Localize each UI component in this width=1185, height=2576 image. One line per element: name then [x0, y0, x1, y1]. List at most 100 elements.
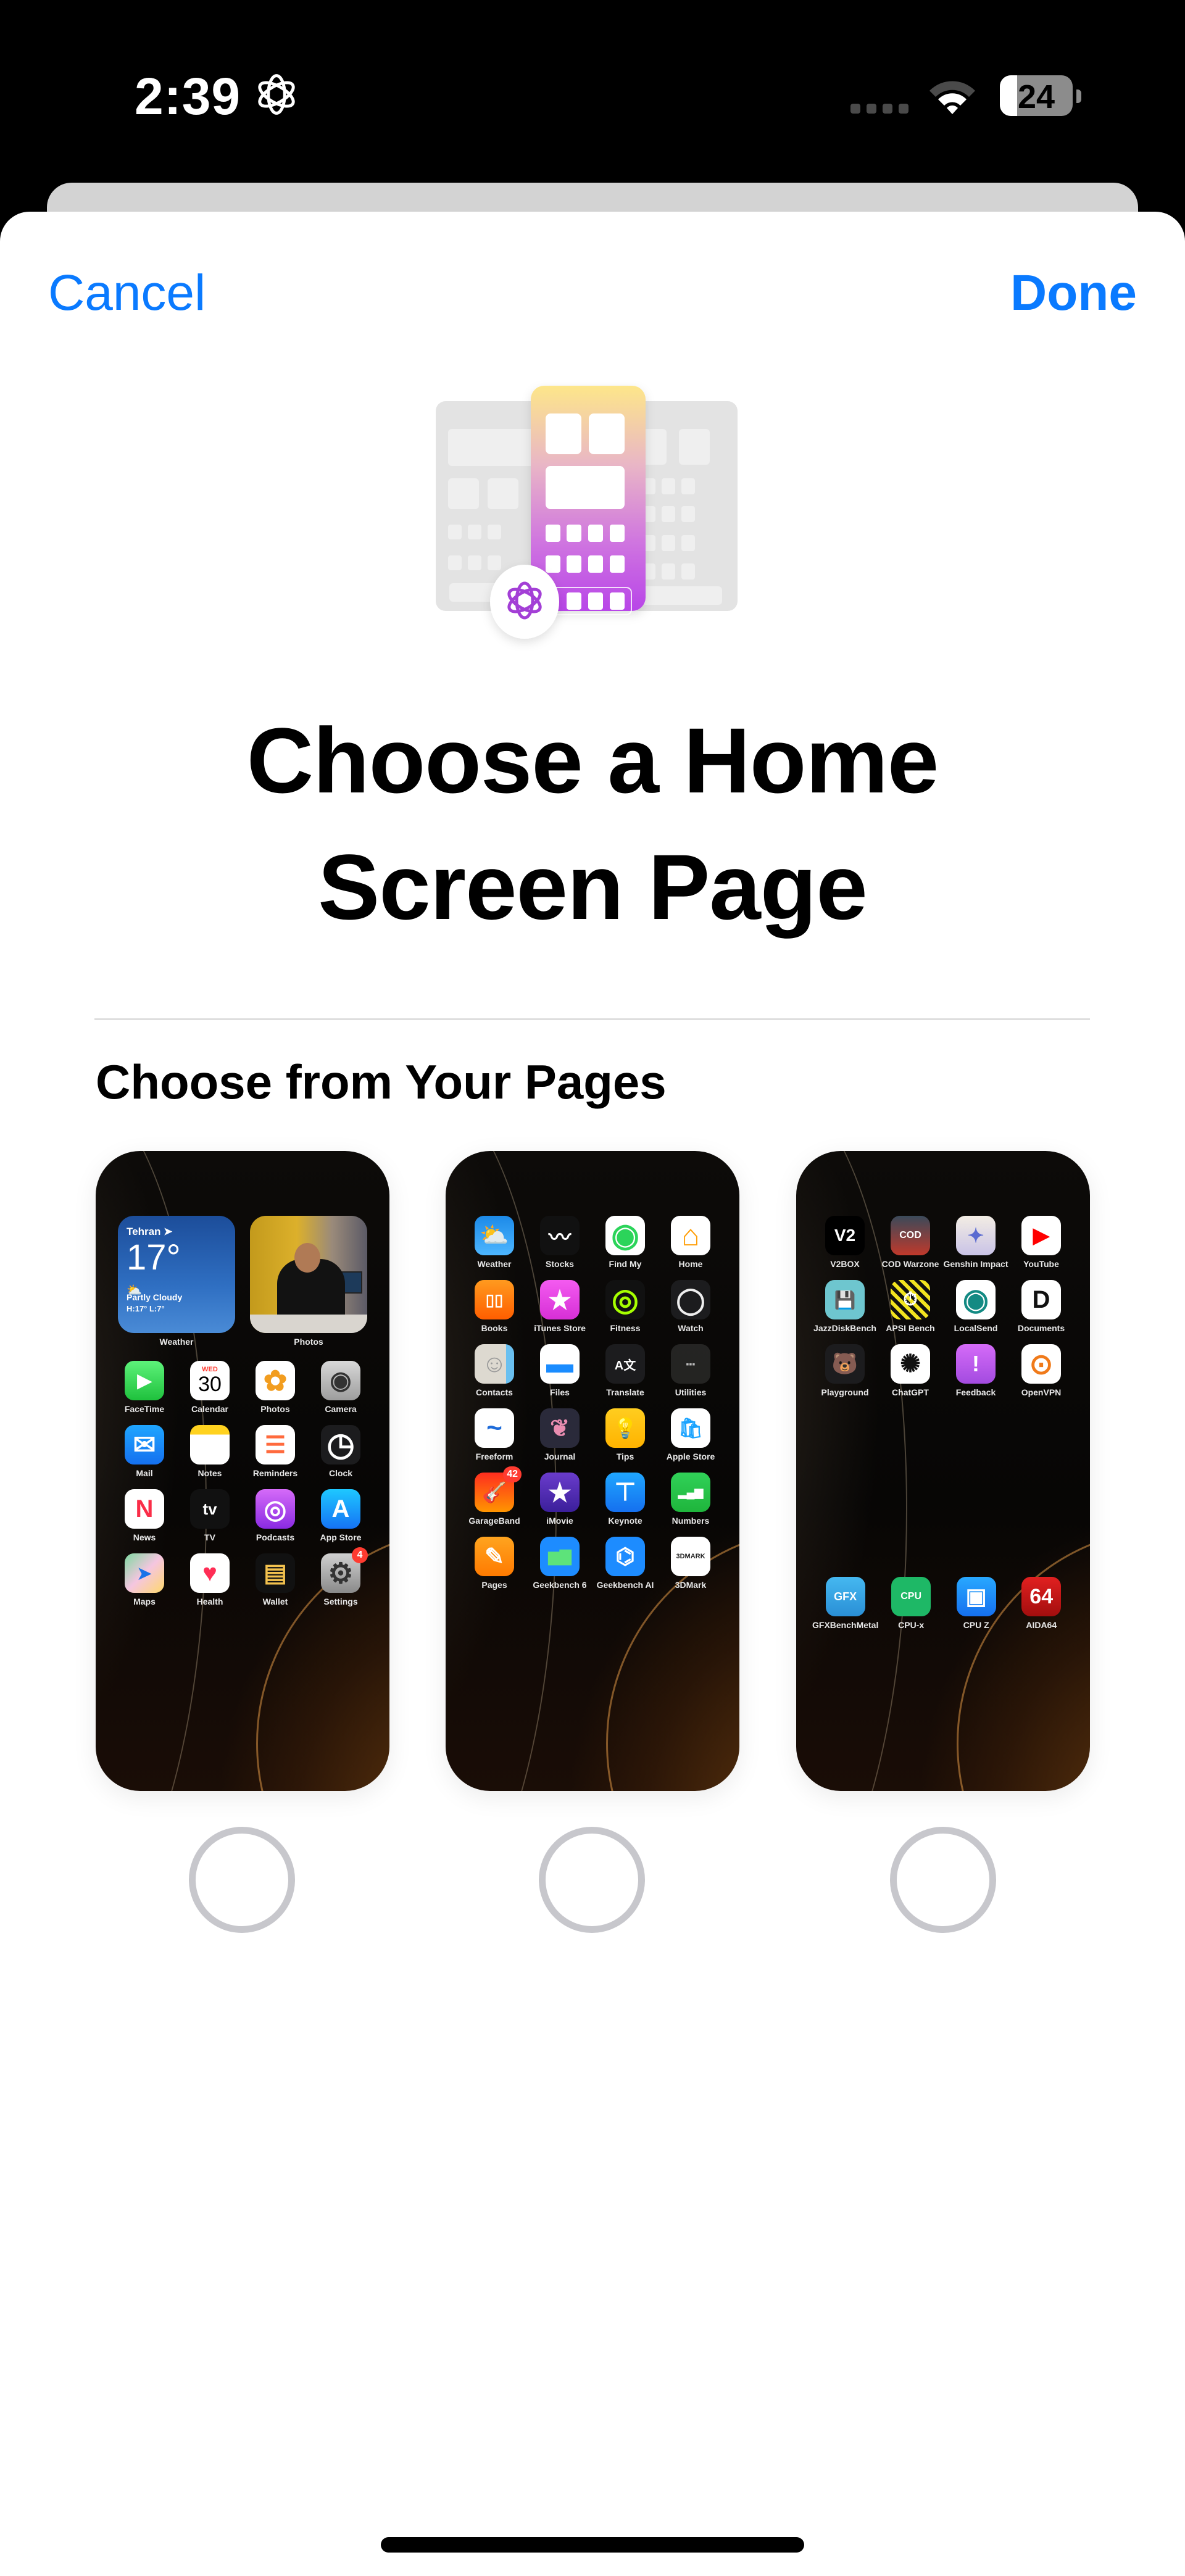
home-icon: ⌂ — [671, 1216, 710, 1255]
openvpn-icon: ⊙ — [1021, 1344, 1061, 1384]
done-button[interactable]: Done — [1010, 264, 1137, 322]
itunes-store-icon: ★ — [540, 1280, 580, 1319]
app-documents: D Documents — [1008, 1280, 1074, 1333]
app-icon-wrap: ▤ — [256, 1553, 295, 1593]
app-aida64: 64 AIDA64 — [1008, 1577, 1074, 1630]
app-icon-wrap: ☰ — [256, 1425, 295, 1465]
app-wallet: ▤ Wallet — [243, 1553, 308, 1606]
aida64-icon: 64 — [1021, 1577, 1062, 1616]
tips-icon: 💡 — [605, 1408, 645, 1448]
app-cod-warzone: COD COD Warzone — [878, 1216, 943, 1269]
page-title-line1: Choose a Home — [246, 708, 939, 812]
app-feedback: ! Feedback — [943, 1344, 1008, 1397]
app-icon-wrap: 〰 — [540, 1216, 580, 1255]
app-journal: ❦ Journal — [527, 1408, 592, 1461]
page-3-radio[interactable] — [890, 1827, 996, 1933]
app-chatgpt: ✺ ChatGPT — [878, 1344, 943, 1397]
app-icon-wrap: ◎ — [256, 1489, 295, 1529]
app-label: APSI Bench — [886, 1323, 935, 1333]
app-apsi-bench: ⏱ APSI Bench — [878, 1280, 943, 1333]
clock-icon: ◷ — [321, 1425, 360, 1465]
app-grid-bottom: GFX GFXBenchMetal CPU CPU-x ▣ CPU Z 64 AIDA64 — [812, 1577, 1074, 1630]
app-label: JazzDiskBench — [813, 1323, 876, 1333]
page-thumbnail-3[interactable]: V2 V2BOX COD COD Warzone ✦ Genshin Impact ▶ You… — [796, 1151, 1090, 1791]
app-podcasts: ◎ Podcasts — [243, 1489, 308, 1542]
page-1-radio[interactable] — [189, 1827, 295, 1933]
app-facetime: ▶ FaceTime — [112, 1361, 177, 1414]
calendar-date: 30 — [198, 1373, 222, 1396]
app-icon-wrap: ⚙ 4 — [321, 1547, 368, 1593]
app-geekbench-ai: ⌬ Geekbench AI — [592, 1537, 658, 1590]
app-label: AIDA64 — [1026, 1620, 1057, 1630]
app-label: Mail — [136, 1468, 153, 1478]
youtube-icon: ▶ — [1021, 1216, 1061, 1255]
app-label: Apple Store — [666, 1452, 715, 1461]
app-label: Freeform — [475, 1452, 514, 1461]
weather-widget-box: Tehran ➤ 17° ⛅ Partly Cloudy H:17° L:7° — [118, 1216, 235, 1333]
app-settings: ⚙ 4 Settings — [308, 1547, 373, 1606]
app-find-my: ◉ Find My — [592, 1216, 658, 1269]
translate-icon: A文 — [605, 1344, 645, 1384]
app-books: ▯▯ Books — [462, 1280, 527, 1333]
feedback-icon: ! — [956, 1344, 996, 1384]
health-icon: ♥ — [190, 1553, 230, 1593]
app-app-store: A App Store — [308, 1489, 373, 1542]
app-icon-wrap: ★ — [540, 1473, 580, 1512]
app-label: COD Warzone — [881, 1259, 939, 1269]
app-icon-wrap: A文 — [605, 1344, 645, 1384]
weather-city: Tehran ➤ — [127, 1226, 227, 1238]
app-weather: ⛅ Weather — [462, 1216, 527, 1269]
journal-icon: ❦ — [540, 1408, 580, 1448]
wallpaper-arc — [957, 1527, 1090, 1791]
app-label: Home — [678, 1259, 703, 1269]
app-icon-wrap: 💾 — [825, 1280, 865, 1319]
battery-indicator: 24 — [1000, 75, 1073, 116]
app-label: Documents — [1017, 1323, 1065, 1333]
app-label: Watch — [678, 1323, 704, 1333]
mail-icon: ✉ — [125, 1425, 164, 1465]
app-icon-wrap: ⛅ — [475, 1216, 514, 1255]
page-2-radio[interactable] — [539, 1827, 645, 1933]
app-label: Files — [550, 1387, 570, 1397]
tv-icon: tv — [190, 1489, 230, 1529]
app-icon-wrap: CPU — [891, 1577, 931, 1616]
numbers-icon: ▂▄▆ — [671, 1473, 710, 1512]
app-label: YouTube — [1023, 1259, 1059, 1269]
app-icon-wrap: ★ — [540, 1280, 580, 1319]
cellular-no-signal-icon — [850, 104, 908, 114]
weather-temperature: 17° — [127, 1237, 181, 1278]
genshin-impact-icon: ✦ — [956, 1216, 996, 1255]
app-files: ▬ Files — [527, 1344, 592, 1397]
app-pages: ✎ Pages — [462, 1537, 527, 1590]
app-watch: ◯ Watch — [658, 1280, 723, 1333]
app-icon-wrap: ! — [956, 1344, 996, 1384]
apsi-bench-icon: ⏱ — [891, 1280, 930, 1319]
app-calendar: WED 30 Calendar — [177, 1361, 243, 1414]
app-playground: 🐻 Playground — [812, 1344, 878, 1397]
page-thumbnail-2[interactable]: ⛅ Weather 〰 Stocks ◉ Find My ⌂ Home ▯▯ Books ★ iTun… — [446, 1151, 739, 1791]
podcasts-icon: ◎ — [256, 1489, 295, 1529]
cod-warzone-icon: COD — [891, 1216, 930, 1255]
app-icon-wrap: ◉ — [956, 1280, 996, 1319]
app-folder: ▪▪▪ Utilities — [658, 1344, 723, 1397]
partly-cloudy-icon: ⛅ — [127, 1284, 142, 1297]
app-icon-wrap: WED 30 — [190, 1361, 230, 1400]
section-title: Choose from Your Pages — [96, 1055, 667, 1109]
app-icon-wrap: ▶ — [1021, 1216, 1061, 1255]
app-camera: ◉ Camera — [308, 1361, 373, 1414]
app-icon-wrap: 🛍 — [671, 1408, 710, 1448]
app-icon-wrap: D — [1021, 1280, 1061, 1319]
app-icon-wrap: ⏱ — [891, 1280, 930, 1319]
app-icon-wrap: 💡 — [605, 1408, 645, 1448]
app-icon-wrap: ▆▇ — [540, 1537, 580, 1576]
app-label: Clock — [328, 1468, 353, 1478]
app-label: Geekbench 6 — [533, 1580, 587, 1590]
app-label: Contacts — [476, 1387, 513, 1397]
app-translate: A文 Translate — [592, 1344, 658, 1397]
app-grid: ▶ FaceTime WED 30 Calendar ✿ Photos ◉ Camera ✉ Mai… — [112, 1361, 373, 1606]
page-thumbnail-1[interactable]: Tehran ➤ 17° ⛅ Partly Cloudy H:17° L:7° … — [96, 1151, 389, 1791]
app-openvpn: ⊙ OpenVPN — [1008, 1344, 1074, 1397]
cancel-button[interactable]: Cancel — [48, 264, 206, 322]
status-time: 2:39 — [135, 67, 241, 125]
widget-row: Tehran ➤ 17° ⛅ Partly Cloudy H:17° L:7° … — [118, 1216, 367, 1347]
